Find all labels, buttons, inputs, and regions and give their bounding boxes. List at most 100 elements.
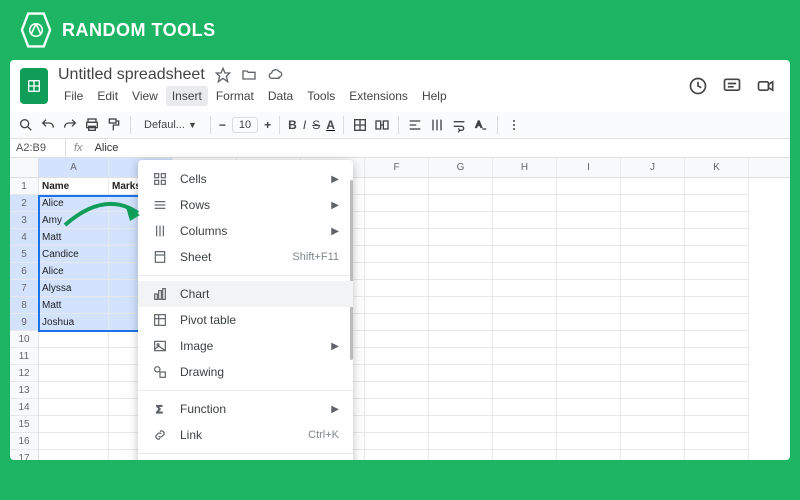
cell[interactable] xyxy=(365,280,429,297)
star-icon[interactable] xyxy=(215,67,231,83)
cell[interactable] xyxy=(429,178,493,195)
cell[interactable] xyxy=(365,314,429,331)
cell[interactable]: Alice xyxy=(39,263,109,280)
cell[interactable] xyxy=(493,450,557,460)
cell[interactable] xyxy=(429,280,493,297)
menu-item-checkbox[interactable]: Checkbox xyxy=(138,459,353,460)
row-header[interactable]: 10 xyxy=(10,331,38,348)
cell[interactable] xyxy=(557,399,621,416)
row-header[interactable]: 5 xyxy=(10,246,38,263)
cell[interactable] xyxy=(621,212,685,229)
cell[interactable] xyxy=(557,314,621,331)
cell[interactable] xyxy=(557,416,621,433)
row-header[interactable]: 15 xyxy=(10,416,38,433)
move-folder-icon[interactable] xyxy=(241,67,257,83)
cell[interactable] xyxy=(493,416,557,433)
cell[interactable] xyxy=(429,212,493,229)
menu-item-image[interactable]: Image▶ xyxy=(138,333,353,359)
cell[interactable] xyxy=(429,331,493,348)
cell[interactable] xyxy=(685,280,749,297)
cell[interactable] xyxy=(429,263,493,280)
row-header[interactable]: 14 xyxy=(10,399,38,416)
menu-edit[interactable]: Edit xyxy=(91,86,124,106)
align-v-icon[interactable] xyxy=(429,117,445,133)
row-header[interactable]: 16 xyxy=(10,433,38,450)
borders-icon[interactable] xyxy=(352,117,368,133)
cell[interactable] xyxy=(39,382,109,399)
cell[interactable] xyxy=(365,263,429,280)
row-header[interactable]: 13 xyxy=(10,382,38,399)
cell[interactable] xyxy=(621,416,685,433)
cell[interactable] xyxy=(621,229,685,246)
cell[interactable] xyxy=(621,195,685,212)
menu-insert[interactable]: Insert xyxy=(166,86,208,106)
menu-item-cells[interactable]: Cells▶ xyxy=(138,166,353,192)
cell[interactable] xyxy=(621,399,685,416)
cell[interactable] xyxy=(557,178,621,195)
cell[interactable] xyxy=(365,416,429,433)
redo-icon[interactable] xyxy=(62,117,78,133)
cell[interactable] xyxy=(493,331,557,348)
cell[interactable] xyxy=(429,365,493,382)
cell[interactable] xyxy=(365,229,429,246)
row-header[interactable]: 3 xyxy=(10,212,38,229)
cell[interactable] xyxy=(493,212,557,229)
cell[interactable] xyxy=(685,450,749,460)
row-header[interactable]: 4 xyxy=(10,229,38,246)
print-icon[interactable] xyxy=(84,117,100,133)
menu-data[interactable]: Data xyxy=(262,86,299,106)
cell[interactable] xyxy=(685,314,749,331)
row-header[interactable]: 12 xyxy=(10,365,38,382)
cell-reference[interactable]: A2:B9 xyxy=(10,139,66,157)
cell[interactable] xyxy=(557,212,621,229)
col-header-K[interactable]: K xyxy=(685,158,749,177)
row-header[interactable]: 9 xyxy=(10,314,38,331)
col-header-J[interactable]: J xyxy=(621,158,685,177)
cell[interactable] xyxy=(365,331,429,348)
cell[interactable] xyxy=(621,348,685,365)
row-header[interactable]: 11 xyxy=(10,348,38,365)
cell[interactable] xyxy=(685,229,749,246)
menu-item-drawing[interactable]: Drawing xyxy=(138,359,353,385)
cell[interactable] xyxy=(493,246,557,263)
cell[interactable] xyxy=(39,331,109,348)
col-header-I[interactable]: I xyxy=(557,158,621,177)
strike-button[interactable]: S xyxy=(312,118,320,132)
align-h-icon[interactable] xyxy=(407,117,423,133)
cell[interactable] xyxy=(621,433,685,450)
cell[interactable] xyxy=(365,297,429,314)
cell[interactable] xyxy=(557,280,621,297)
search-icon[interactable] xyxy=(18,117,34,133)
undo-icon[interactable] xyxy=(40,117,56,133)
font-decrease-icon[interactable]: − xyxy=(219,118,226,132)
cell[interactable] xyxy=(493,229,557,246)
cell[interactable] xyxy=(429,297,493,314)
cell[interactable] xyxy=(493,195,557,212)
cell[interactable] xyxy=(39,416,109,433)
cell[interactable] xyxy=(429,348,493,365)
cell[interactable] xyxy=(621,263,685,280)
cell[interactable] xyxy=(493,314,557,331)
cell[interactable] xyxy=(621,246,685,263)
cell[interactable] xyxy=(557,450,621,460)
history-icon[interactable] xyxy=(688,76,708,96)
cell[interactable]: Matt xyxy=(39,297,109,314)
bold-button[interactable]: B xyxy=(288,118,297,132)
cell[interactable] xyxy=(365,348,429,365)
formula-input[interactable]: Alice xyxy=(91,139,123,157)
col-header-F[interactable]: F xyxy=(365,158,429,177)
cell[interactable] xyxy=(493,263,557,280)
cell[interactable] xyxy=(621,314,685,331)
cell[interactable] xyxy=(557,195,621,212)
text-color-button[interactable]: A xyxy=(326,118,335,132)
cell[interactable] xyxy=(621,331,685,348)
row-header[interactable]: 1 xyxy=(10,178,38,195)
paint-format-icon[interactable] xyxy=(106,117,122,133)
cell[interactable]: Alyssa xyxy=(39,280,109,297)
cell[interactable] xyxy=(557,229,621,246)
cell[interactable] xyxy=(685,433,749,450)
cell[interactable]: Joshua xyxy=(39,314,109,331)
cell[interactable] xyxy=(685,365,749,382)
cell[interactable] xyxy=(365,433,429,450)
cell[interactable] xyxy=(429,229,493,246)
